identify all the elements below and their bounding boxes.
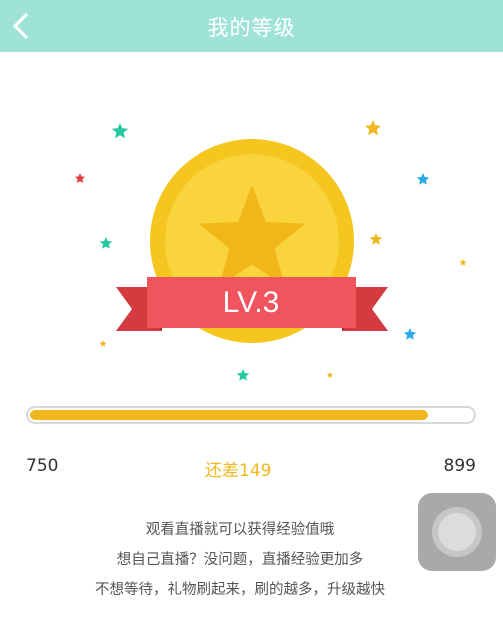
level-min-value: 750 (26, 456, 59, 476)
page-title: 我的等级 (207, 16, 296, 40)
remaining-exp: 还差149 (205, 461, 272, 481)
level-max-value: 899 (443, 456, 476, 476)
header-bar: 我的等级 (0, 0, 503, 52)
assistive-touch-core (438, 513, 476, 551)
assistive-touch-button[interactable] (418, 493, 496, 571)
star-icon (403, 328, 417, 340)
star-icon (99, 340, 107, 347)
tip-line: 不想等待，礼物刷起来，刷的越多，升级越快 (95, 582, 385, 598)
star-icon (327, 372, 333, 378)
star-icon (459, 259, 467, 266)
star-icon (99, 237, 113, 249)
level-ribbon: LV.3 (116, 277, 388, 331)
star-icon (365, 120, 381, 136)
star-icon (369, 233, 383, 245)
level-label: LV.3 (223, 286, 280, 319)
level-badge: LV.3 (0, 52, 503, 392)
star-icon (74, 173, 86, 183)
level-medal-graphic: LV.3 (74, 120, 467, 381)
star-icon (112, 123, 128, 139)
level-progress-bar (26, 406, 476, 424)
progress-fill (30, 410, 428, 420)
star-icon (236, 369, 250, 381)
star-icon (416, 173, 430, 185)
tip-line: 想自己直播？没问题，直播经验更加多 (116, 552, 364, 568)
tip-line: 观看直播就可以获得经验值哦 (145, 522, 335, 538)
tips-list: 观看直播就可以获得经验值哦 想自己直播？没问题，直播经验更加多 不想等待，礼物刷… (70, 515, 410, 605)
